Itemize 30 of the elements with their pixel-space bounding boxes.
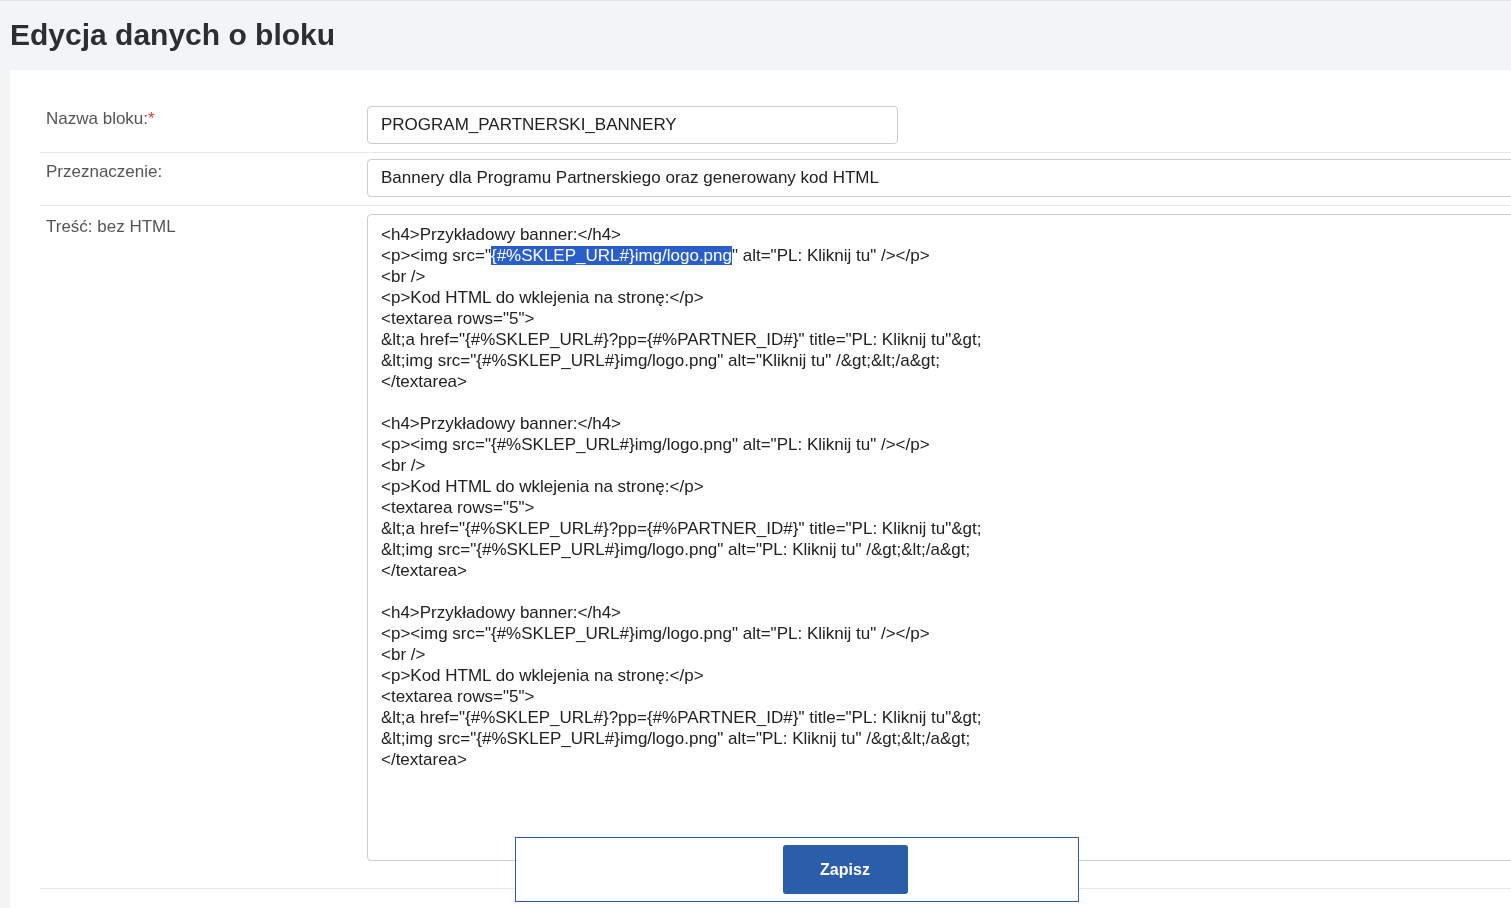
code-line: &lt;img src="{#%SKLEP_URL#}img/logo.png" alt="Kliknij tu" /&gt;&lt;/a&gt; (381, 350, 940, 371)
code-line: </textarea> (381, 560, 467, 581)
code-line: <p>Kod HTML do wklejenia na stronę:</p> (381, 287, 704, 308)
code-line: <p>Kod HTML do wklejenia na stronę:</p> (381, 476, 704, 497)
code-line: </textarea> (381, 749, 467, 770)
code-line: <textarea rows="5"> (381, 497, 535, 518)
field-label: Treść: bez HTML (45, 216, 177, 237)
code-line: &lt;img src="{#%SKLEP_URL#}img/logo.png" alt="PL: Kliknij tu" /&gt;&lt;/a&gt; (381, 539, 971, 560)
code-line: &lt;img src="{#%SKLEP_URL#}img/logo.png" alt="PL: Kliknij tu" /&gt;&lt;/a&gt; (381, 728, 971, 749)
code-line: <p><img src="{#%SKLEP_URL#}img/logo.png" alt="PL: Kliknij tu" /></p> (381, 623, 930, 644)
field-label: Przeznaczenie: (45, 161, 164, 182)
code-line: <h4>Przykładowy banner:</h4> (381, 413, 622, 434)
text-input-field[interactable]: PROGRAM_PARTNERSKI_BANNERY (367, 106, 898, 144)
field-label: Nazwa bloku:* (45, 108, 156, 129)
code-line: <p><img src="{#%SKLEP_URL#}img/logo.png" alt="PL: Kliknij tu" /></p> (381, 434, 930, 455)
code-line: &lt;a href="{#%SKLEP_URL#}?pp={#%PARTNER_ID#}" title="PL: Kliknij tu"&gt; (381, 518, 982, 539)
code-line: <textarea rows="5"> (381, 308, 535, 329)
page-title: Edycja danych o bloku (9, 17, 337, 53)
code-line: <p>Kod HTML do wklejenia na stronę:</p> (381, 665, 704, 686)
code-line: <textarea rows="5"> (381, 686, 535, 707)
code-line: <h4>Przykładowy banner:</h4> (381, 224, 622, 245)
code-line: <br /> (381, 266, 426, 287)
code-line: <h4>Przykładowy banner:</h4> (381, 602, 622, 623)
code-line: </textarea> (381, 371, 467, 392)
code-line: <br /> (381, 455, 426, 476)
code-line: &lt;a href="{#%SKLEP_URL#}?pp={#%PARTNER_ID#}" title="PL: Kliknij tu"&gt; (381, 707, 982, 728)
code-line: &lt;a href="{#%SKLEP_URL#}?pp={#%PARTNER_ID#}" title="PL: Kliknij tu"&gt; (381, 329, 982, 350)
code-line: <br /> (381, 644, 426, 665)
text-input-field[interactable]: Bannery dla Programu Partnerskiego oraz generowany kod HTML (367, 159, 1511, 197)
save-button[interactable]: Zapisz (782, 845, 908, 894)
